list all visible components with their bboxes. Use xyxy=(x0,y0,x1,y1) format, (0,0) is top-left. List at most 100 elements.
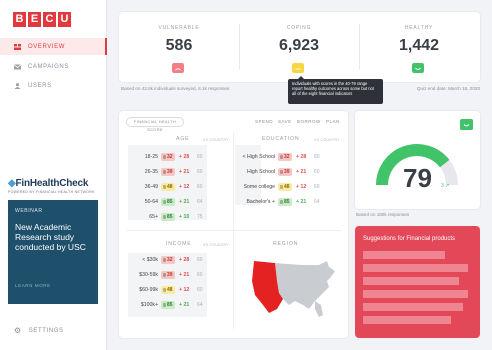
sidebar-item-campaigns[interactable]: CAMPAIGNS xyxy=(0,58,107,75)
sidebar-item-overview[interactable]: OVERVIEW xyxy=(0,38,107,55)
score-badge: 85 xyxy=(278,197,292,206)
logo-letter: C xyxy=(43,12,56,27)
stat-vulnerable[interactable]: VULNERABLE 586 xyxy=(119,12,239,82)
happy-face-icon xyxy=(412,63,424,73)
table-row[interactable]: 50-64 85 + 21 64 xyxy=(131,196,203,207)
stat-label: COPING xyxy=(286,25,312,31)
divider xyxy=(127,230,341,231)
menu-save[interactable]: SAVE xyxy=(278,119,292,124)
table-row[interactable]: < High School 32 + 28 60 xyxy=(234,151,320,162)
row-label: Bachelor's + xyxy=(246,198,275,205)
score-value: 79 xyxy=(403,163,432,193)
sidebar-item-settings[interactable]: ⚙ SETTINGS xyxy=(14,326,64,335)
row-label: 18-25 xyxy=(144,153,158,160)
age-vs-country: VS COUNTRY xyxy=(203,138,229,142)
score-badge: 85 xyxy=(161,212,175,221)
sidebar: B E C U OVERVIEW CAMPAIGNS USERS ◆FinHea… xyxy=(0,0,107,350)
table-row[interactable]: $100k+ 85 + 21 64 xyxy=(131,299,203,310)
overview-icon xyxy=(14,43,21,50)
score-gauge-card: 79 3 ↗ xyxy=(355,111,480,209)
table-row[interactable]: Bachelor's +85 + 21 64 xyxy=(234,196,320,207)
country-score: 60 xyxy=(197,271,203,278)
stats-card: VULNERABLE 586 COPING 6,923 HEALTHY 1,44… xyxy=(119,12,480,82)
score-delta: + 12 xyxy=(296,183,307,190)
finhealth-mark-icon: ◆ xyxy=(8,178,16,189)
score-delta: + 21 xyxy=(179,198,190,205)
row-label: 36-49 xyxy=(144,183,158,190)
partner-name: FinHealthCheck xyxy=(15,178,89,189)
country-score: 60 xyxy=(197,183,203,190)
row-label: $60-99k xyxy=(139,286,158,293)
webinar-tag: WEBINAR xyxy=(15,208,43,214)
suggestions-title: Suggestions for Financial products xyxy=(363,236,456,242)
income-vs-country: VS COUNTRY xyxy=(203,243,229,247)
score-badge: 48 xyxy=(161,182,175,191)
us-region-map[interactable] xyxy=(249,253,339,323)
table-row[interactable]: 36-49 48 + 12 60 xyxy=(131,181,203,192)
menu-plan[interactable]: PLAN xyxy=(326,119,340,124)
sidebar-item-label: CAMPAIGNS xyxy=(28,63,69,70)
table-row[interactable]: 65+ 85 + 10 75 xyxy=(131,211,203,222)
region-florida xyxy=(315,301,323,317)
row-label: 50-64 xyxy=(144,198,158,205)
sidebar-item-users[interactable]: USERS xyxy=(0,77,107,94)
menu-spend[interactable]: SPEND xyxy=(255,119,273,124)
row-label: < High School xyxy=(242,153,275,160)
table-row[interactable]: 26-35 39 + 21 60 xyxy=(131,166,203,177)
score-badge: 85 xyxy=(161,300,175,309)
country-score: 60 xyxy=(197,286,203,293)
country-score: 60 xyxy=(314,153,320,160)
logo-letter: U xyxy=(58,12,71,27)
row-label: 65+ xyxy=(149,213,158,220)
mail-icon xyxy=(14,63,21,69)
score-delta: + 21 xyxy=(179,168,190,175)
survey-summary: Based on 43.8k individuals surveyed, 8.1… xyxy=(121,86,230,91)
country-score: 60 xyxy=(197,256,203,263)
learn-more-link[interactable]: LEARN MORE xyxy=(15,283,51,288)
score-badge: 32 xyxy=(161,255,175,264)
score-delta: + 21 xyxy=(296,168,307,175)
score-delta: + 28 xyxy=(296,153,307,160)
sidebar-item-label: SETTINGS xyxy=(28,327,64,334)
country-score: 64 xyxy=(314,198,320,205)
divider xyxy=(233,133,234,329)
country-score: 64 xyxy=(197,198,203,205)
score-badge: 48 xyxy=(161,285,175,294)
logo-letter: E xyxy=(28,12,41,27)
sidebar-item-label: USERS xyxy=(28,82,52,89)
webinar-card[interactable]: WEBINAR New Academic Research study cond… xyxy=(8,200,98,304)
table-row[interactable]: $30-59k 39 + 21 60 xyxy=(131,269,203,280)
stat-healthy[interactable]: HEALTHY 1,442 xyxy=(359,12,479,82)
suggestion-placeholder xyxy=(363,290,468,298)
score-badge: 39 xyxy=(161,167,175,176)
logo-letter: B xyxy=(13,12,26,27)
becu-logo[interactable]: B E C U xyxy=(13,12,71,27)
score-delta: + 21 xyxy=(179,271,190,278)
region-header: REGION xyxy=(273,241,299,247)
table-row[interactable]: < $30k 32 + 28 60 xyxy=(131,254,203,265)
country-score: 60 xyxy=(314,168,320,175)
gear-icon: ⚙ xyxy=(14,326,22,335)
country-score: 64 xyxy=(197,301,203,308)
suggestions-card[interactable]: Suggestions for Financial products xyxy=(355,226,480,338)
stat-coping[interactable]: COPING 6,923 xyxy=(239,12,359,82)
score-delta: + 12 xyxy=(179,183,190,190)
stat-value: 1,442 xyxy=(398,37,440,54)
finhealthcheck-logo[interactable]: ◆FinHealthCheck POWERED BY FINANCIAL HEA… xyxy=(8,178,95,194)
score-badge: 48 xyxy=(278,182,292,191)
table-row[interactable]: 18-25 32 + 28 60 xyxy=(131,151,203,162)
neutral-face-icon xyxy=(292,63,304,73)
table-row[interactable]: Some college 48 + 12 60 xyxy=(234,181,320,192)
sad-face-icon xyxy=(172,63,184,73)
country-score: 60 xyxy=(197,153,203,160)
country-score: 60 xyxy=(314,183,320,190)
score-delta: + 21 xyxy=(296,198,307,205)
suggestion-placeholder xyxy=(363,303,463,311)
table-row[interactable]: High School 39 + 21 60 xyxy=(234,166,320,177)
quiz-end-date: Quiz end date: March 15, 2020 xyxy=(416,86,480,91)
table-row[interactable]: $60-99k 48 + 12 60 xyxy=(131,284,203,295)
financial-health-score-chip[interactable]: FINANCIAL HEALTH SCORE xyxy=(126,117,184,132)
suggestion-placeholder xyxy=(363,264,468,272)
stat-value: 586 xyxy=(165,37,193,54)
menu-borrow[interactable]: BORROW xyxy=(297,119,321,124)
